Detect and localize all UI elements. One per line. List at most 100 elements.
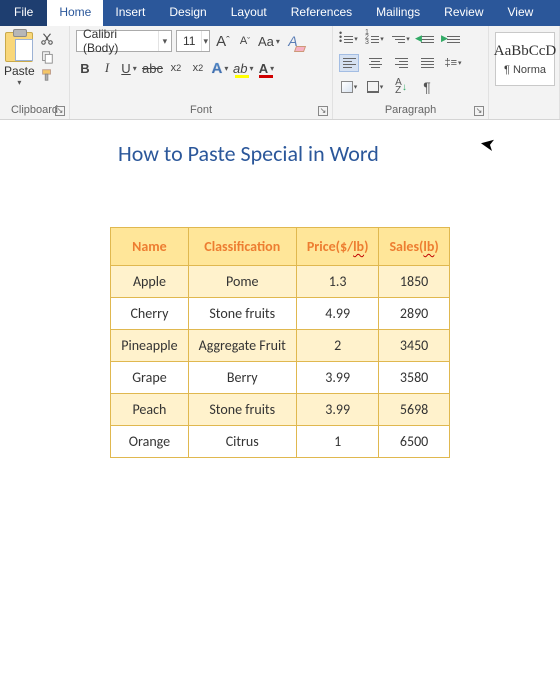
- tab-home[interactable]: Home: [47, 0, 103, 26]
- clear-formatting-button[interactable]: A: [284, 31, 302, 51]
- highlight-button[interactable]: ab▾: [233, 58, 253, 78]
- strikethrough-button[interactable]: abc: [142, 58, 163, 78]
- numbering-button[interactable]: 123▾: [365, 30, 385, 48]
- table-cell: Grape: [111, 362, 188, 394]
- tab-view[interactable]: View: [496, 0, 546, 26]
- table-header-cell: Name: [111, 228, 188, 266]
- table-header-cell: Sales(lb): [379, 228, 449, 266]
- align-center-button[interactable]: [365, 54, 385, 72]
- table-cell: Stone fruits: [188, 394, 296, 426]
- table-row: GrapeBerry3.993580: [111, 362, 449, 394]
- table-row: PeachStone fruits3.995698: [111, 394, 449, 426]
- style-sample: AaBbCcD: [494, 43, 557, 60]
- border-icon: [367, 81, 379, 93]
- align-left-button[interactable]: [339, 54, 359, 72]
- cut-button[interactable]: [39, 32, 55, 46]
- table-cell: Peach: [111, 394, 188, 426]
- table-cell: 1: [296, 426, 379, 458]
- group-label-paragraph: Paragraph ↘: [333, 102, 488, 119]
- line-spacing-button[interactable]: ‡≡▾: [443, 54, 463, 72]
- table-cell: 2: [296, 330, 379, 362]
- tab-mailings[interactable]: Mailings: [364, 0, 432, 26]
- font-name-combo[interactable]: Calibri (Body) ▾: [76, 30, 172, 52]
- grow-font-button[interactable]: Aˆ: [214, 31, 232, 51]
- subscript-button[interactable]: x2: [167, 58, 185, 78]
- multilevel-list-button[interactable]: ▾: [391, 30, 411, 48]
- paragraph-launcher[interactable]: ↘: [474, 106, 484, 116]
- superscript-button[interactable]: x2: [189, 58, 207, 78]
- increase-indent-button[interactable]: ▶: [443, 30, 463, 48]
- copy-icon: [40, 50, 54, 64]
- ribbon-tabs: File Home Insert Design Layout Reference…: [0, 0, 560, 26]
- tab-file[interactable]: File: [0, 0, 47, 26]
- table-row: CherryStone fruits4.992890: [111, 298, 449, 330]
- font-size-combo[interactable]: 11 ▾: [176, 30, 210, 52]
- tab-layout[interactable]: Layout: [219, 0, 279, 26]
- style-name: ¶ Norma: [504, 64, 546, 76]
- style-normal[interactable]: AaBbCcD ¶ Norma: [495, 32, 555, 86]
- font-name-value: Calibri (Body): [77, 27, 158, 55]
- change-case-button[interactable]: Aa▾: [258, 31, 280, 51]
- data-table: NameClassificationPrice($/lb)Sales(lb) A…: [110, 227, 449, 458]
- table-cell: 4.99: [296, 298, 379, 330]
- shrink-font-button[interactable]: Aˇ: [236, 31, 254, 51]
- table-row: OrangeCitrus16500: [111, 426, 449, 458]
- table-cell: 2890: [379, 298, 449, 330]
- table-cell: 5698: [379, 394, 449, 426]
- group-paragraph: •••▾ 123▾ ▾ ◀ ▶ ‡≡▾ ▾ ▾ AZ↓ ¶ Paragraph …: [333, 26, 489, 119]
- clipboard-launcher[interactable]: ↘: [55, 106, 65, 116]
- table-header-cell: Price($/lb): [296, 228, 379, 266]
- bullets-button[interactable]: •••▾: [339, 30, 359, 48]
- chevron-down-icon[interactable]: ▾: [201, 31, 209, 51]
- table-cell: Pineapple: [111, 330, 188, 362]
- group-label-font: Font ↘: [70, 102, 332, 119]
- table-cell: 3.99: [296, 362, 379, 394]
- tab-insert[interactable]: Insert: [103, 0, 157, 26]
- sort-button[interactable]: AZ↓: [391, 78, 411, 96]
- table-cell: 1850: [379, 266, 449, 298]
- shading-button[interactable]: ▾: [339, 78, 359, 96]
- ribbon: Paste ▾ Clipboard ↘ Calibri: [0, 26, 560, 120]
- table-header-row: NameClassificationPrice($/lb)Sales(lb): [111, 228, 449, 266]
- paste-button[interactable]: Paste ▾: [0, 26, 39, 87]
- format-painter-icon: [40, 68, 54, 82]
- shading-icon: [341, 81, 353, 93]
- show-marks-button[interactable]: ¶: [417, 78, 437, 96]
- table-cell: Apple: [111, 266, 188, 298]
- eraser-icon: [294, 46, 306, 52]
- table-cell: Stone fruits: [188, 298, 296, 330]
- paste-dropdown-icon[interactable]: ▾: [17, 78, 21, 87]
- text-effects-button[interactable]: A▾: [211, 58, 229, 78]
- table-cell: 3.99: [296, 394, 379, 426]
- table-header-cell: Classification: [188, 228, 296, 266]
- table-cell: Cherry: [111, 298, 188, 330]
- group-font: Calibri (Body) ▾ 11 ▾ Aˆ Aˇ Aa▾ A B I U▾…: [70, 26, 333, 119]
- align-right-button[interactable]: [391, 54, 411, 72]
- tab-design[interactable]: Design: [157, 0, 218, 26]
- tab-references[interactable]: References: [279, 0, 364, 26]
- tab-review[interactable]: Review: [432, 0, 495, 26]
- table-cell: 6500: [379, 426, 449, 458]
- copy-button[interactable]: [39, 50, 55, 64]
- borders-button[interactable]: ▾: [365, 78, 385, 96]
- group-styles: AaBbCcD ¶ Norma: [489, 26, 560, 119]
- paste-label: Paste: [4, 64, 35, 78]
- decrease-indent-button[interactable]: ◀: [417, 30, 437, 48]
- scissors-icon: [40, 32, 54, 46]
- table-cell: Orange: [111, 426, 188, 458]
- justify-button[interactable]: [417, 54, 437, 72]
- paste-icon: [5, 32, 33, 62]
- group-label-clipboard: Clipboard ↘: [0, 102, 69, 119]
- table-cell: Pome: [188, 266, 296, 298]
- font-launcher[interactable]: ↘: [318, 106, 328, 116]
- format-painter-button[interactable]: [39, 68, 55, 82]
- table-cell: Citrus: [188, 426, 296, 458]
- underline-button[interactable]: U▾: [120, 58, 138, 78]
- italic-button[interactable]: I: [98, 58, 116, 78]
- font-color-button[interactable]: A▾: [257, 58, 275, 78]
- table-cell: 3450: [379, 330, 449, 362]
- bold-button[interactable]: B: [76, 58, 94, 78]
- document-area[interactable]: ➤ How to Paste Special in Word NameClass…: [0, 120, 560, 680]
- table-cell: Aggregate Fruit: [188, 330, 296, 362]
- chevron-down-icon[interactable]: ▾: [158, 31, 171, 51]
